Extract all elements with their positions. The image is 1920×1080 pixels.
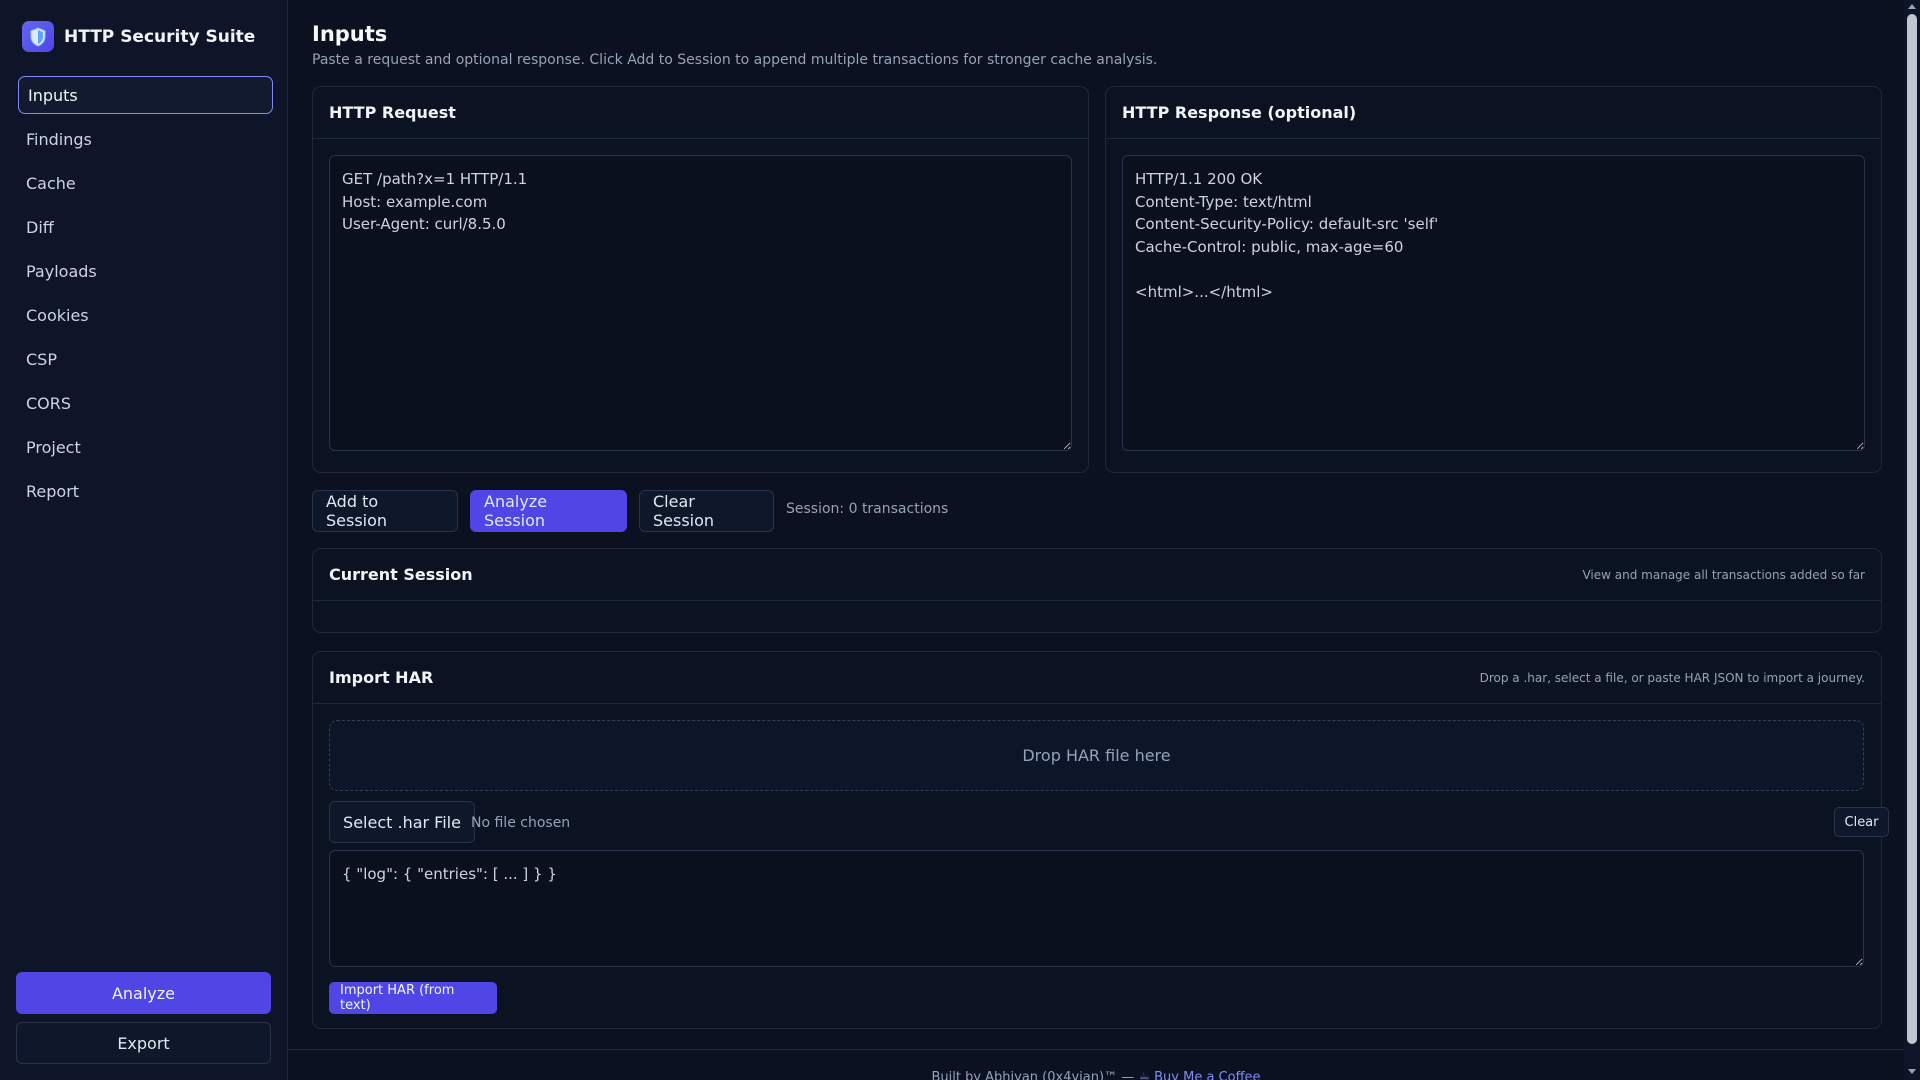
har-dropzone[interactable]: Drop HAR file here xyxy=(329,720,1864,791)
page-subtitle: Paste a request and optional response. C… xyxy=(312,52,1158,68)
scrollbar-thumb[interactable] xyxy=(1907,14,1917,1044)
sidebar-item-findings[interactable]: Findings xyxy=(18,120,273,158)
select-har-file-button[interactable]: Select .har File xyxy=(329,801,475,843)
scroll-up-icon[interactable] xyxy=(1908,4,1916,9)
response-textarea[interactable]: HTTP/1.1 200 OK Content-Type: text/html … xyxy=(1122,155,1865,451)
current-session-title: Current Session xyxy=(329,565,473,584)
page-scrollbar[interactable] xyxy=(1904,0,1920,1080)
import-har-card: Import HAR Drop a .har, select a file, o… xyxy=(312,651,1889,1029)
sidebar-item-report[interactable]: Report xyxy=(18,472,273,510)
response-card-title: HTTP Response (optional) xyxy=(1122,103,1357,122)
har-file-status: No file chosen xyxy=(471,815,571,831)
request-card: HTTP Request GET /path?x=1 HTTP/1.1 Host… xyxy=(312,86,1089,473)
sidebar-item-cors[interactable]: CORS xyxy=(18,384,273,422)
sidebar-item-csp[interactable]: CSP xyxy=(18,340,273,378)
sidebar-item-cache[interactable]: Cache xyxy=(18,164,273,202)
request-card-header: HTTP Request xyxy=(313,87,1088,139)
footer: Built by Abhiyan (0x4yian)™ — ☕ Buy Me a… xyxy=(288,1049,1904,1080)
app-title: HTTP Security Suite xyxy=(64,26,256,47)
sidebar-item-cookies[interactable]: Cookies xyxy=(18,296,273,334)
page-title: Inputs xyxy=(312,22,388,46)
current-session-header: Current Session View and manage all tran… xyxy=(313,549,1881,601)
import-har-text-button[interactable]: Import HAR (from text) xyxy=(329,982,497,1014)
import-har-hint: Drop a .har, select a file, or paste HAR… xyxy=(1479,670,1865,685)
import-har-header: Import HAR Drop a .har, select a file, o… xyxy=(313,652,1881,704)
response-card: HTTP Response (optional) HTTP/1.1 200 OK… xyxy=(1105,86,1882,473)
sidebar-nav: Inputs Findings Cache Diff Payloads Cook… xyxy=(18,76,273,516)
current-session-hint: View and manage all transactions added s… xyxy=(1582,567,1865,582)
import-har-title: Import HAR xyxy=(329,668,434,687)
har-clear-button[interactable]: Clear xyxy=(1834,807,1889,837)
export-button[interactable]: Export xyxy=(16,1022,271,1064)
sidebar-item-payloads[interactable]: Payloads xyxy=(18,252,273,290)
shield-icon xyxy=(22,21,54,52)
response-card-header: HTTP Response (optional) xyxy=(1106,87,1881,139)
buy-me-a-coffee-link[interactable]: ☕ Buy Me a Coffee xyxy=(1138,1070,1260,1080)
clear-session-button[interactable]: Clear Session xyxy=(639,490,774,532)
sidebar: HTTP Security Suite Inputs Findings Cach… xyxy=(0,0,288,1080)
sidebar-item-diff[interactable]: Diff xyxy=(18,208,273,246)
current-session-card: Current Session View and manage all tran… xyxy=(312,548,1882,633)
sidebar-item-project[interactable]: Project xyxy=(18,428,273,466)
buy-me-a-coffee-label: Buy Me a Coffee xyxy=(1154,1070,1261,1080)
scroll-down-icon[interactable] xyxy=(1908,1069,1916,1074)
add-to-session-button[interactable]: Add to Session xyxy=(312,490,458,532)
footer-text: Built by Abhiyan (0x4yian)™ — xyxy=(931,1070,1139,1080)
request-textarea[interactable]: GET /path?x=1 HTTP/1.1 Host: example.com… xyxy=(329,155,1072,451)
analyze-session-button[interactable]: Analyze Session xyxy=(470,490,627,532)
har-json-textarea[interactable]: { "log": { "entries": [ ... ] } } xyxy=(329,850,1864,967)
analyze-button[interactable]: Analyze xyxy=(16,972,271,1014)
main-content: Inputs Paste a request and optional resp… xyxy=(288,0,1904,1080)
session-status: Session: 0 transactions xyxy=(786,501,949,517)
brand: HTTP Security Suite xyxy=(22,21,255,52)
sidebar-item-inputs[interactable]: Inputs xyxy=(18,76,273,114)
request-card-title: HTTP Request xyxy=(329,103,456,122)
